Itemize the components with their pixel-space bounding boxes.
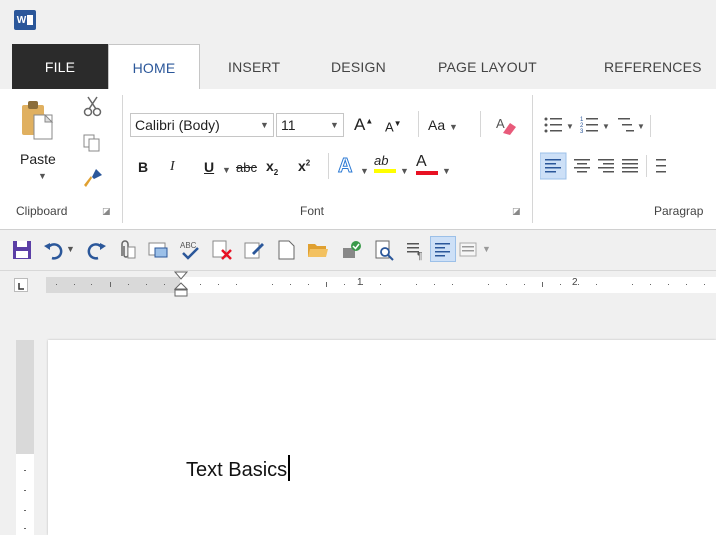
change-case-button[interactable]: Aa ▼: [428, 117, 458, 133]
tab-insert[interactable]: INSERT: [228, 44, 280, 89]
indent-marker-icon[interactable]: [174, 271, 188, 299]
document-page[interactable]: [48, 340, 716, 535]
open-folder-icon[interactable]: [306, 238, 330, 262]
align-left-icon[interactable]: [430, 236, 456, 262]
clear-formatting-icon[interactable]: A: [494, 113, 518, 137]
svg-text:▼: ▼: [566, 122, 574, 131]
text-cursor: [288, 455, 290, 481]
font-color-dropdown-icon[interactable]: ▼: [442, 166, 451, 176]
tab-home[interactable]: HOME: [108, 44, 200, 90]
alignment-buttons: [539, 151, 716, 181]
format-painter-icon[interactable]: [82, 167, 104, 189]
paste-button[interactable]: Paste: [20, 151, 56, 167]
tab-file[interactable]: FILE: [12, 44, 108, 89]
text-effects-dropdown-icon[interactable]: ▼: [360, 166, 369, 176]
title-bar: W: [0, 0, 716, 44]
quick-access-toolbar: ▼ ABC ¶ ▼: [0, 230, 716, 271]
font-divider: [418, 111, 419, 137]
svg-text:▼: ▼: [602, 122, 610, 131]
font-size-value: 11: [281, 117, 296, 133]
strikethrough-button[interactable]: abc: [236, 160, 257, 175]
font-color-button[interactable]: A: [416, 153, 438, 175]
svg-text:▼: ▼: [637, 122, 645, 131]
paste-icon[interactable]: [20, 99, 56, 141]
ruler-ticks: [56, 282, 705, 287]
horizontal-ruler: 1 2: [0, 271, 716, 297]
svg-text:3: 3: [580, 129, 584, 135]
text-effects-button[interactable]: A: [337, 155, 352, 178]
grow-font-button[interactable]: A▲: [354, 115, 373, 135]
svg-text:A: A: [496, 116, 505, 131]
group-divider: [122, 95, 123, 223]
list-buttons: ▼ 1 2 3 ▼ ▼: [540, 111, 716, 141]
paste-dropdown-icon[interactable]: ▼: [38, 171, 47, 181]
font-launcher-icon[interactable]: ◪: [512, 206, 521, 217]
spelling-check-icon[interactable]: ABC: [178, 238, 202, 262]
document-text[interactable]: Text Basics: [186, 455, 290, 482]
font-name-box[interactable]: Calibri (Body): [130, 113, 274, 137]
subscript-button[interactable]: x2: [266, 158, 278, 177]
shrink-font-button[interactable]: A▼: [385, 119, 402, 134]
styles-dropdown-icon[interactable]: ▼: [482, 244, 491, 254]
italic-button[interactable]: I: [170, 159, 175, 175]
font-divider: [480, 111, 481, 137]
attach-icon[interactable]: [114, 238, 138, 262]
word-logo-letter: W: [16, 14, 27, 26]
undo-dropdown-icon[interactable]: ▼: [66, 244, 75, 254]
tab-references[interactable]: REFERENCES: [604, 44, 702, 89]
ribbon-tabs: FILE HOME INSERT DESIGN PAGE LAYOUT REFE…: [0, 44, 716, 90]
font-size-dropdown-icon[interactable]: ▼: [330, 120, 339, 130]
ruler-mark-1: 1: [357, 277, 363, 288]
clipboard-group-label: Clipboard: [16, 204, 68, 218]
clipboard-launcher-icon[interactable]: ◪: [102, 206, 111, 217]
highlight-dropdown-icon[interactable]: ▼: [400, 166, 409, 176]
group-divider: [532, 95, 533, 223]
print-preview-icon[interactable]: [372, 238, 396, 262]
word-logo-icon[interactable]: W: [14, 10, 36, 30]
svg-text:ABC: ABC: [180, 241, 197, 250]
screenshot-icon[interactable]: [146, 238, 170, 262]
font-name-dropdown-icon[interactable]: ▼: [260, 120, 269, 130]
copy-icon[interactable]: [82, 133, 102, 153]
vertical-ruler-ticks: [24, 470, 26, 529]
font-name-value: Calibri (Body): [135, 117, 220, 133]
ribbon-home: Paste ▼ Clipboard ◪ Calibri (Body) ▼ 11 …: [0, 89, 716, 230]
approve-icon[interactable]: [340, 238, 364, 262]
save-icon[interactable]: [10, 238, 34, 262]
font-divider: [328, 153, 329, 179]
styles-icon[interactable]: [458, 238, 482, 262]
ruler-mark-2: 2: [572, 277, 578, 288]
tab-selector-icon[interactable]: [14, 278, 28, 292]
delete-comment-icon[interactable]: [210, 238, 234, 262]
underline-button[interactable]: U: [204, 159, 214, 175]
edit-document-icon[interactable]: [242, 238, 266, 262]
underline-dropdown-icon[interactable]: ▼: [222, 165, 231, 175]
paragraph-group-label: Paragrap: [654, 204, 704, 218]
document-text-content: Text Basics: [186, 459, 288, 481]
svg-text:¶: ¶: [417, 251, 422, 262]
superscript-button[interactable]: x2: [298, 158, 310, 174]
cut-icon[interactable]: [82, 95, 104, 117]
tab-design[interactable]: DESIGN: [331, 44, 386, 89]
new-document-icon[interactable]: [274, 238, 298, 262]
font-group-label: Font: [300, 204, 325, 218]
bold-button[interactable]: B: [138, 159, 148, 175]
tab-page-layout[interactable]: PAGE LAYOUT: [438, 44, 537, 89]
undo-icon[interactable]: [42, 238, 66, 262]
paragraph-marks-icon[interactable]: ¶: [404, 238, 428, 262]
highlight-button[interactable]: ab: [374, 153, 396, 173]
redo-icon[interactable]: [84, 238, 108, 262]
